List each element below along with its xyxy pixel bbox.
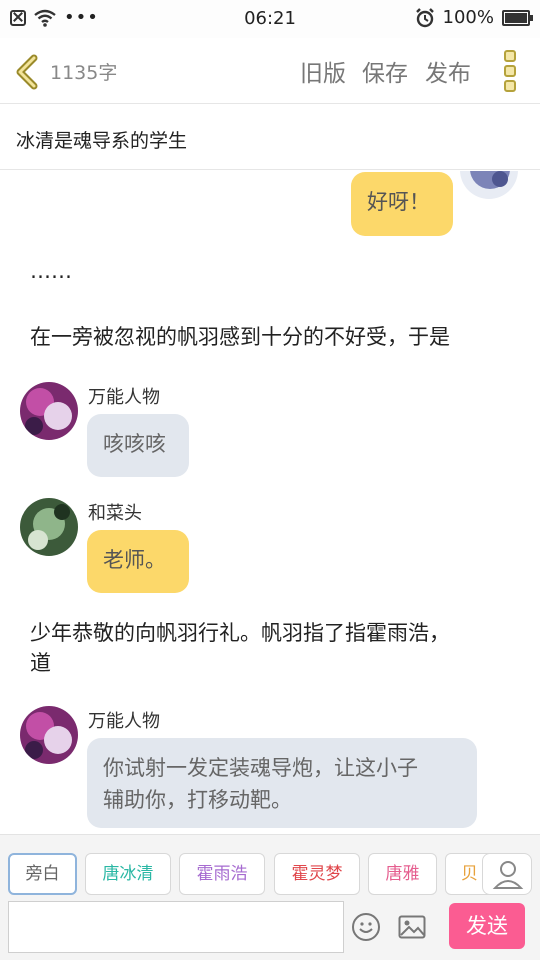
- emoji-icon[interactable]: [352, 913, 380, 941]
- chat-bubble-left[interactable]: 老师。: [87, 530, 189, 593]
- character-chip-narrator[interactable]: 旁白: [8, 853, 77, 895]
- narration-text[interactable]: 在一旁被忽视的帆羽感到十分的不好受，于是: [30, 321, 450, 353]
- composer-panel: 旁白 唐冰清 霍雨浩 霍灵梦 唐雅 贝 发送: [0, 834, 540, 960]
- bubble-line: 辅助你，打移动靶。: [103, 788, 292, 812]
- old-version-button[interactable]: 旧版: [300, 54, 346, 88]
- add-character-button[interactable]: [482, 853, 532, 895]
- chat-bubble-right[interactable]: 好呀！: [351, 172, 453, 236]
- publish-button[interactable]: 发布: [425, 54, 471, 88]
- story-title: 冰清是魂导系的学生: [16, 130, 188, 152]
- chat-bubble-left[interactable]: 你试射一发定装魂导炮，让这小子 辅助你，打移动靶。: [87, 738, 477, 828]
- battery-percent: 100%: [442, 7, 494, 28]
- character-chip[interactable]: 唐雅: [368, 853, 437, 895]
- image-icon[interactable]: [398, 915, 426, 939]
- word-count: 1135字: [50, 62, 118, 84]
- narration-text[interactable]: ……: [30, 255, 72, 287]
- chat-bubble-left[interactable]: 咳咳咳: [87, 414, 189, 477]
- narration-text[interactable]: 少年恭敬的向帆羽行礼。帆羽指了指霍雨浩，: [30, 617, 450, 649]
- speaker-name: 万能人物: [88, 387, 160, 408]
- speaker-name: 和菜头: [88, 503, 142, 524]
- avatar-all-purpose[interactable]: [20, 382, 78, 440]
- avatar-right[interactable]: [460, 171, 518, 199]
- alarm-icon: [415, 7, 434, 27]
- narration-text[interactable]: 道: [30, 647, 51, 679]
- avatar-hecaitou[interactable]: [20, 498, 78, 556]
- avatar-all-purpose[interactable]: [20, 706, 78, 764]
- status-bar: ••• 06:21 100%: [0, 0, 540, 38]
- save-button[interactable]: 保存: [362, 54, 408, 88]
- bubble-line: 你试射一发定装魂导炮，让这小子: [103, 756, 418, 780]
- story-title-bar[interactable]: 冰清是魂导系的学生: [0, 104, 540, 170]
- person-icon: [492, 861, 524, 889]
- chat-area[interactable]: 好呀！ …… 在一旁被忽视的帆羽感到十分的不好受，于是 万能人物 咳咳咳 和菜头…: [0, 171, 540, 834]
- battery-icon: [502, 9, 533, 26]
- character-chip[interactable]: 唐冰清: [85, 853, 171, 895]
- status-right: 100%: [415, 7, 533, 28]
- send-button[interactable]: 发送: [449, 903, 525, 949]
- character-chip[interactable]: 霍雨浩: [179, 853, 265, 895]
- character-selector[interactable]: 旁白 唐冰清 霍雨浩 霍灵梦 唐雅 贝: [8, 853, 528, 897]
- character-chip[interactable]: 霍灵梦: [274, 853, 360, 895]
- editor-header: 1135字 旧版 保存 发布: [0, 38, 540, 104]
- more-menu-icon[interactable]: [504, 50, 518, 92]
- speaker-name: 万能人物: [88, 711, 160, 732]
- message-input[interactable]: [8, 901, 344, 953]
- back-chevron-icon[interactable]: [12, 52, 42, 92]
